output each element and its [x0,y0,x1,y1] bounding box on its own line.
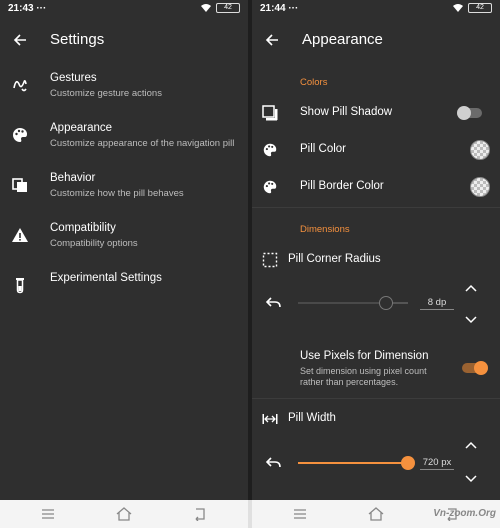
chevron-down-icon[interactable] [465,475,477,483]
use-pixels-toggle[interactable] [462,361,488,375]
pill-width-slider-block: 720 px [252,437,500,489]
reset-icon[interactable] [266,296,282,310]
flask-icon [16,278,24,294]
settings-item-title: Compatibility [50,222,116,234]
settings-item-subtitle: Customize how the pill behaves [50,188,184,199]
pill-width-value[interactable]: 720 px [420,457,454,470]
wifi-icon [453,4,463,12]
chevron-up-icon[interactable] [465,284,477,292]
watermark: Vn-zoom.Org [433,508,496,519]
home-icon[interactable] [116,507,132,521]
pref-title: Pill Border Color [300,180,384,192]
pref-pill-border-color[interactable]: Pill Border Color [252,169,500,205]
pill-border-color-swatch[interactable] [470,177,490,197]
wifi-icon [201,4,211,12]
home-icon[interactable] [368,507,384,521]
settings-item-experimental[interactable]: Experimental Settings [0,272,248,318]
pill-width-slider[interactable] [298,456,415,470]
corner-radius-value[interactable]: 8 dp [420,297,454,310]
settings-item-gestures[interactable]: Gestures Customize gesture actions [0,72,248,118]
settings-item-compatibility[interactable]: Compatibility Compatibility options [0,222,248,268]
battery-level: 42 [476,4,484,11]
chevron-up-icon[interactable] [465,441,477,449]
battery-icon: 42 [468,3,492,13]
width-arrows-icon [262,414,278,424]
pref-pill-corner-radius: Pill Corner Radius [252,242,500,278]
section-header-colors: Colors [300,77,328,88]
back-arrow-icon[interactable] [12,32,28,48]
pref-subtitle: rather than percentages. [300,377,399,387]
pref-pill-color[interactable]: Pill Color [252,132,500,168]
settings-item-subtitle: Compatibility options [50,238,138,249]
battery-icon: 42 [216,3,240,13]
chevron-down-icon[interactable] [465,316,477,324]
app-bar: Settings [0,22,248,58]
back-arrow-icon[interactable] [264,32,280,48]
menu-icon[interactable] [292,507,308,521]
settings-item-appearance[interactable]: Appearance Customize appearance of the n… [0,122,248,168]
battery-level: 42 [224,4,232,11]
palette-icon [263,143,277,157]
gesture-icon [13,80,27,92]
reset-icon[interactable] [266,456,282,470]
pref-title: Pill Width [288,412,336,424]
shadow-box-icon [262,105,278,121]
back-nav-icon[interactable] [192,507,208,521]
warning-icon [12,228,28,242]
slider-fill [298,462,408,464]
slider-thumb[interactable] [401,456,415,470]
settings-screen: 21:43 ··· 42 Settings Gestures Customize… [0,0,248,500]
pref-use-pixels[interactable]: Use Pixels for Dimension Set dimension u… [252,340,500,390]
page-title: Settings [50,31,105,48]
slider-fill [298,302,386,304]
show-pill-shadow-toggle[interactable] [457,106,482,120]
appearance-screen: 21:44 ··· 42 Appearance Colors Show Pill… [252,0,500,500]
pref-title: Show Pill Shadow [300,106,393,118]
settings-item-title: Experimental Settings [50,272,162,284]
section-header-dimensions: Dimensions [300,224,350,235]
pref-title: Pill Corner Radius [288,253,381,265]
pref-title: Pill Color [300,143,347,155]
palette-icon [13,128,27,142]
settings-item-title: Behavior [50,172,96,184]
settings-item-title: Appearance [50,122,113,134]
corner-radius-slider[interactable] [298,296,408,310]
copy-icon [12,178,27,192]
corner-radius-slider-block: 8 dp [252,278,500,330]
corner-radius-icon [262,252,278,268]
status-time: 21:43 ··· [8,3,47,14]
section-divider [252,398,500,399]
pill-color-swatch[interactable] [470,140,490,160]
pref-title: Use Pixels for Dimension [300,350,429,362]
palette-icon [263,180,277,194]
navigation-bar [0,500,248,528]
navigation-bar: Vn-zoom.Org [252,500,500,528]
settings-item-subtitle: Customize gesture actions [50,88,162,99]
settings-item-title: Gestures [50,72,97,84]
settings-item-behavior[interactable]: Behavior Customize how the pill behaves [0,172,248,218]
pref-pill-width: Pill Width [252,401,500,437]
section-divider [252,207,500,208]
pref-subtitle: Set dimension using pixel count [300,366,427,376]
page-title: Appearance [302,31,383,48]
settings-item-subtitle: Customize appearance of the navigation p… [50,138,235,149]
status-time: 21:44 ··· [260,3,299,14]
status-bar: 21:43 ··· 42 [0,0,248,18]
slider-thumb[interactable] [379,296,393,310]
status-bar: 21:44 ··· 42 [252,0,500,18]
pref-show-pill-shadow[interactable]: Show Pill Shadow [252,95,500,131]
menu-icon[interactable] [40,507,56,521]
app-bar: Appearance [252,22,500,58]
